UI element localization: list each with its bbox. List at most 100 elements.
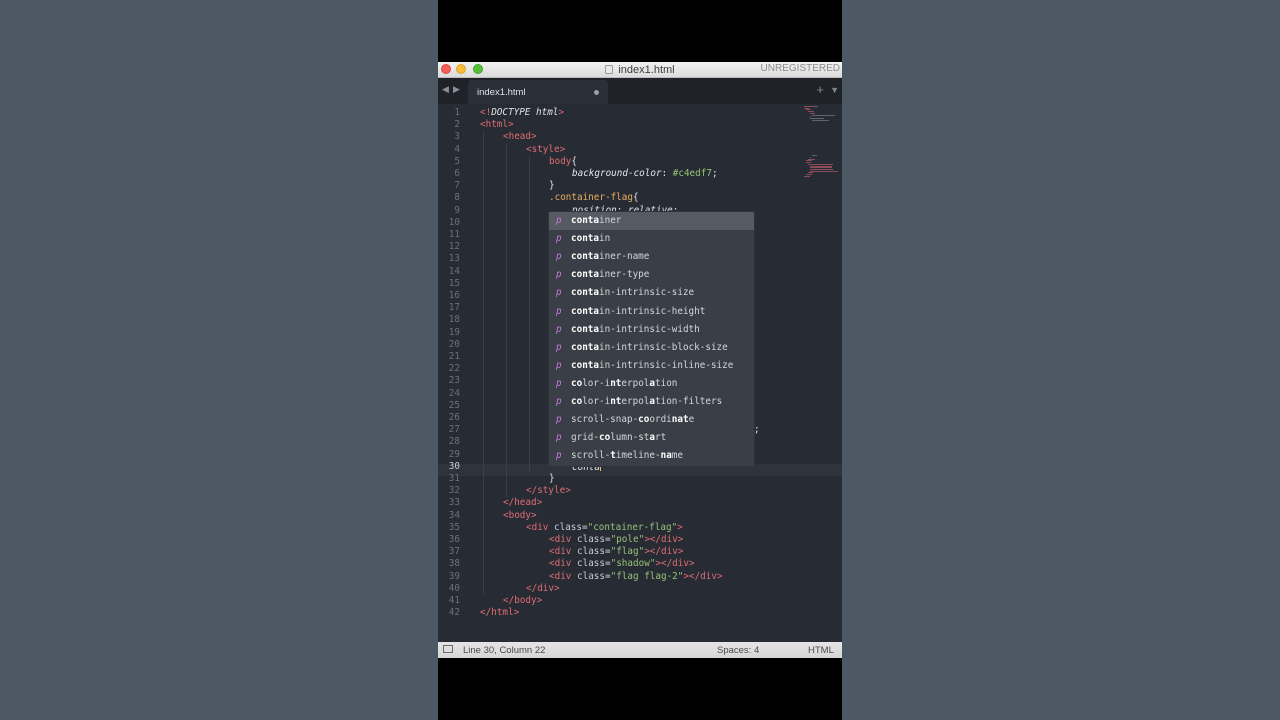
autocomplete-item[interactable]: p contain-intrinsic-block-size xyxy=(549,339,754,357)
code-token: ; xyxy=(711,168,718,179)
label-segment: nt xyxy=(610,377,622,389)
autocomplete-item[interactable]: p grid-column-start xyxy=(549,429,754,447)
autocomplete-popup[interactable]: p container p contain p container-name p contai… xyxy=(548,211,755,467)
line-number: 1 xyxy=(454,107,460,118)
autocomplete-item[interactable]: p contain xyxy=(549,230,754,248)
label-segment: nt xyxy=(610,396,622,407)
code-line: <head> xyxy=(503,131,537,143)
autocomplete-item[interactable]: p scroll-timeline-name xyxy=(549,447,754,465)
completion-rest: iner xyxy=(599,215,622,226)
code-token: "container-flag" xyxy=(587,521,678,533)
autocomplete-item[interactable]: p color-interpolation xyxy=(549,375,754,393)
label-segment: lumn-st xyxy=(610,432,650,444)
label-segment: e xyxy=(688,414,695,426)
code-token: <! xyxy=(480,107,492,118)
code-token: { xyxy=(632,192,639,204)
line-number: 36 xyxy=(448,534,460,545)
code-token: class xyxy=(577,546,605,558)
completion-rest: in-intrinsic-size xyxy=(599,287,695,299)
label-segment: me xyxy=(671,450,683,462)
nav-forward-icon[interactable]: ▶ xyxy=(453,84,460,95)
code-line: .container-flag{ xyxy=(549,192,639,204)
label-segment: rt xyxy=(655,432,667,444)
code-token: background-color xyxy=(572,168,662,179)
autocomplete-item-label: contain-intrinsic-block-size xyxy=(571,342,728,353)
autocomplete-item-label: grid-column-start xyxy=(571,432,666,443)
code-token: </ xyxy=(503,497,515,509)
line-number: 30 xyxy=(448,460,460,472)
property-kind-icon: p xyxy=(556,269,562,281)
autocomplete-item[interactable]: p container xyxy=(549,212,754,230)
autocomplete-item[interactable]: p contain-intrinsic-height xyxy=(549,303,754,321)
matched-prefix: conta xyxy=(571,233,599,245)
code-editor[interactable]: 1 2 3 4 5 6 7 8 9 10 11 12 13 14 15 16 17 18 19 20 21 22 23 24 2… xyxy=(438,104,842,642)
code-line: <div class="shadow"></div> xyxy=(549,558,695,570)
autocomplete-item[interactable]: p scroll-snap-coordinate xyxy=(549,411,754,429)
code-line: </html> xyxy=(480,607,519,619)
code-token: <div xyxy=(549,534,577,545)
tab-bar: ◀ ▶ index1.html + ▼ xyxy=(438,78,842,104)
completion-rest: iner-type xyxy=(599,269,650,281)
label-segment: tion xyxy=(655,377,678,389)
minimap[interactable] xyxy=(804,106,840,186)
line-number: 21 xyxy=(448,351,460,362)
autocomplete-item-label: contain-intrinsic-width xyxy=(571,324,700,335)
code-line: <div class="flag"></div> xyxy=(549,546,683,558)
label-segment: ro xyxy=(582,450,594,462)
label-segment: co xyxy=(599,432,611,444)
line-number: 31 xyxy=(448,473,460,484)
label-segment: co xyxy=(571,396,583,407)
line-number: 9 xyxy=(454,204,460,216)
line-number: 10 xyxy=(448,216,460,228)
sublime-window: index1.html UNREGISTERED ◀ ▶ index1.html… xyxy=(438,62,842,658)
tab-menu-chevron-down-icon[interactable]: ▼ xyxy=(830,85,839,95)
code-token: class xyxy=(577,534,605,545)
window-title: index1.html xyxy=(618,63,675,76)
matched-prefix: conta xyxy=(571,341,599,353)
autocomplete-item[interactable]: p contain-intrinsic-width xyxy=(549,321,754,339)
new-tab-plus-icon[interactable]: + xyxy=(816,82,824,97)
code-line: </style> xyxy=(526,485,571,497)
autocomplete-item[interactable]: p container-name xyxy=(549,248,754,266)
autocomplete-item[interactable]: p contain-intrinsic-size xyxy=(549,284,754,302)
autocomplete-item[interactable]: p color-interpolation-filters xyxy=(549,393,754,411)
code-token: </html> xyxy=(480,607,520,619)
autocomplete-item[interactable]: p container-type xyxy=(549,266,754,284)
autocomplete-item-label: contain xyxy=(571,233,610,244)
autocomplete-item-label: color-interpolation-filters xyxy=(571,396,722,407)
panel-toggle-icon[interactable] xyxy=(443,645,453,653)
minimap-line xyxy=(810,170,838,172)
label-segment: lor-i xyxy=(582,396,611,407)
code-token: "pole" xyxy=(610,534,645,545)
tab-index1-html[interactable]: index1.html xyxy=(468,80,608,104)
line-number: 25 xyxy=(448,399,460,411)
matched-prefix: conta xyxy=(571,251,599,263)
status-bar: Line 30, Column 22 Spaces: 4 HTML xyxy=(438,642,842,658)
label-segment: imeline- xyxy=(615,450,661,462)
autocomplete-item-label: contain-intrinsic-size xyxy=(571,287,694,298)
code-token: > xyxy=(531,131,537,143)
property-kind-icon: p xyxy=(556,396,562,407)
code-token: > xyxy=(536,497,543,509)
code-line: <html> xyxy=(480,119,514,131)
indent-guide xyxy=(529,155,530,473)
tab-modified-dot-icon[interactable] xyxy=(594,90,599,95)
autocomplete-item[interactable]: p contain-intrinsic-inline-size xyxy=(549,357,754,375)
code-token: <div xyxy=(549,570,577,582)
line-number: 35 xyxy=(448,521,460,533)
line-number: 11 xyxy=(448,229,460,240)
code-token: class xyxy=(577,570,605,582)
code-token: html xyxy=(485,119,508,131)
line-number: 37 xyxy=(448,546,460,558)
autocomplete-item-label: scroll-snap-coordinate xyxy=(571,414,694,425)
matched-prefix: conta xyxy=(571,215,599,226)
nav-back-icon[interactable]: ◀ xyxy=(442,84,449,95)
line-number: 32 xyxy=(448,485,460,497)
matched-prefix: conta xyxy=(571,359,599,371)
indentation-setting[interactable]: Spaces: 4 xyxy=(717,645,759,656)
autocomplete-item-label: container xyxy=(571,215,621,226)
code-line: <div class="flag flag-2"></div> xyxy=(549,571,723,583)
code-line: </head> xyxy=(503,497,542,509)
syntax-selector[interactable]: HTML xyxy=(808,645,834,656)
completion-rest: in-intrinsic-width xyxy=(599,323,700,335)
